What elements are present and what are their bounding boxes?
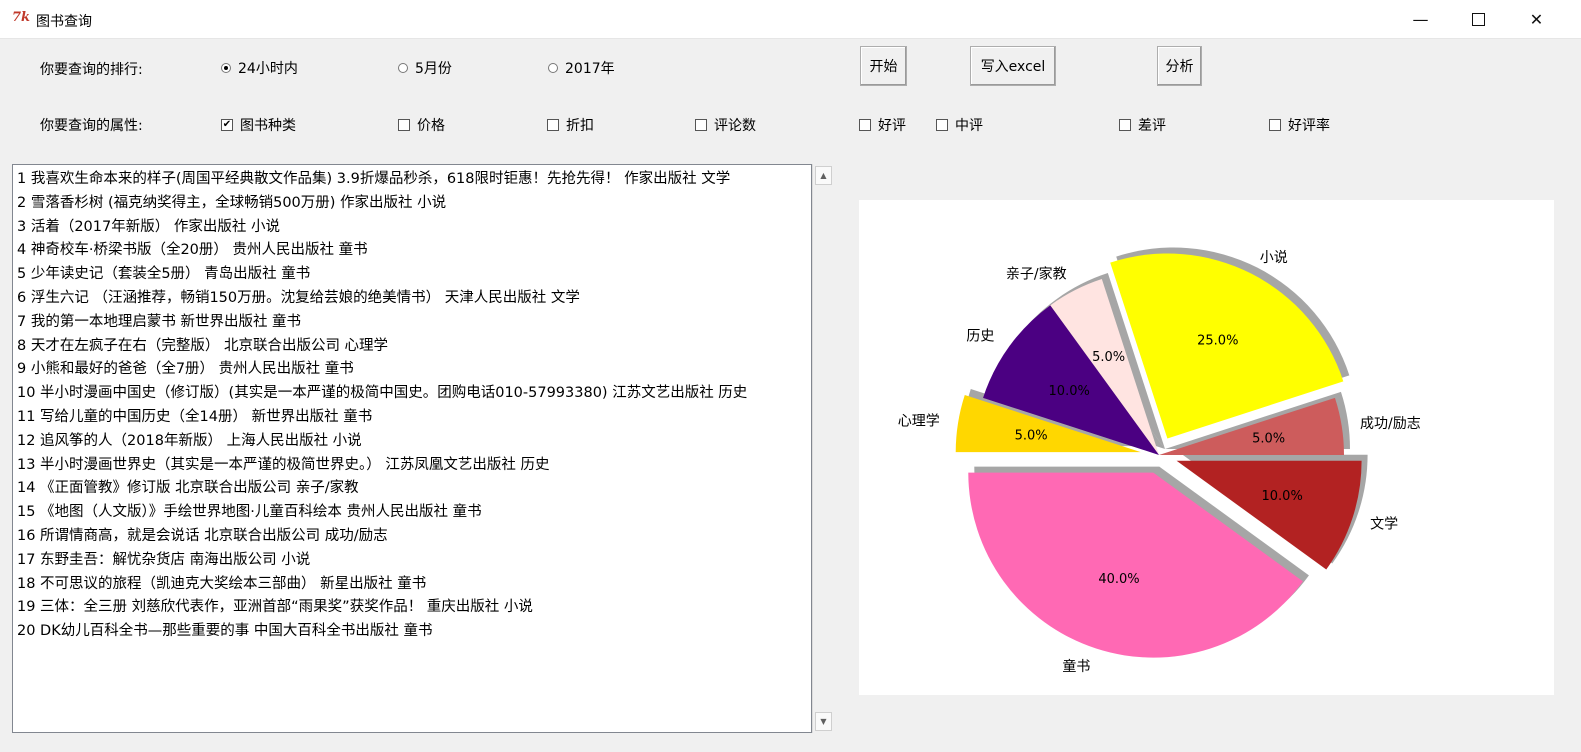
checkbox-label: 差评 xyxy=(1138,118,1166,134)
checkbox-label: 好评 xyxy=(878,118,906,134)
checkbox-comments[interactable]: 评论数 xyxy=(695,115,756,135)
checkbox-label: 好评率 xyxy=(1288,118,1330,134)
pie-chart-panel: 40.0% 童书 10.0% 文学 5.0% 成功/励志 25.0% 小说 5.0% 亲子/家教 1… xyxy=(859,200,1554,695)
pie-pct-label: 5.0% xyxy=(1092,350,1125,365)
pie-pct-label: 40.0% xyxy=(1098,572,1139,587)
checkbox-indicator xyxy=(1269,119,1281,131)
result-line: 19 三体：全三册 刘慈欣代表作，亚洲首部“雨果奖”获奖作品！ 重庆出版社 小说 xyxy=(17,599,533,616)
checkbox-indicator xyxy=(695,119,707,131)
checkbox-indicator xyxy=(859,119,871,131)
results-textbox[interactable]: 1 我喜欢生命本来的样子(周国平经典散文作品集) 3.9折爆品秒杀，618限时钜… xyxy=(12,164,812,733)
result-line: 13 半小时漫画世界史（其实是一本严谨的极简世界史。） 江苏凤凰文艺出版社 历史 xyxy=(17,456,550,473)
radio-may[interactable]: 5月份 xyxy=(398,58,452,78)
scroll-up-icon[interactable]: ▲ xyxy=(815,166,832,185)
pie-pct-label: 5.0% xyxy=(1252,432,1285,447)
title-bar: 7k 图书查询 — ✕ xyxy=(0,0,1581,39)
result-line: 6 浮生六记 （汪涵推荐，畅销150万册。沈复给芸娘的绝美情书） 天津人民出版社… xyxy=(17,289,580,306)
radio-2017[interactable]: 2017年 xyxy=(548,58,615,78)
radio-indicator xyxy=(548,63,558,73)
pie-pct-label: 25.0% xyxy=(1197,334,1238,349)
pie-pct-label: 5.0% xyxy=(1015,429,1048,444)
checkbox-label: 折扣 xyxy=(566,118,594,134)
pie-chart: 40.0% 童书 10.0% 文学 5.0% 成功/励志 25.0% 小说 5.0% 亲子/家教 1… xyxy=(898,247,1421,675)
minimize-button[interactable]: — xyxy=(1392,0,1449,38)
start-button[interactable]: 开始 xyxy=(860,46,907,86)
results-list: 1 我喜欢生命本来的样子(周国平经典散文作品集) 3.9折爆品秒杀，618限时钜… xyxy=(13,165,811,644)
checkbox-indicator xyxy=(547,119,559,131)
pie-category-label: 历史 xyxy=(966,328,994,344)
checkbox-discount[interactable]: 折扣 xyxy=(547,115,594,135)
checkbox-good[interactable]: 好评 xyxy=(859,115,906,135)
result-line: 1 我喜欢生命本来的样子(周国平经典散文作品集) 3.9折爆品秒杀，618限时钜… xyxy=(17,171,731,187)
tk-icon: 7k xyxy=(12,10,31,25)
result-line: 10 半小时漫画中国史（修订版）(其实是一本严谨的极简中国史。团购电话010-5… xyxy=(17,385,748,402)
radio-label: 5月份 xyxy=(415,61,452,77)
checkbox-label: 评论数 xyxy=(714,118,756,134)
rank-label: 你要查询的排行: xyxy=(40,62,143,78)
pie-category-label: 童书 xyxy=(1062,658,1090,675)
window-title: 图书查询 xyxy=(36,14,92,30)
result-line: 12 追风筝的人（2018年新版） 上海人民出版社 小说 xyxy=(17,432,362,449)
radio-label: 2017年 xyxy=(565,61,615,77)
checkbox-indicator xyxy=(1119,119,1131,131)
pie-category-label: 成功/励志 xyxy=(1360,416,1421,432)
checkbox-indicator: ✔ xyxy=(221,119,233,131)
pie-category-label: 亲子/家教 xyxy=(1006,266,1067,283)
pie-pct-label: 10.0% xyxy=(1262,489,1303,504)
result-line: 11 写给儿童的中国历史（全14册） 新世界出版社 童书 xyxy=(17,408,373,425)
checkbox-good-rate[interactable]: 好评率 xyxy=(1269,115,1330,135)
checkbox-bad[interactable]: 差评 xyxy=(1119,115,1166,135)
scroll-down-icon[interactable]: ▼ xyxy=(815,712,832,731)
checkbox-neutral[interactable]: 中评 xyxy=(936,115,983,135)
result-line: 15 《地图（人文版）》手绘世界地图·儿童百科绘本 贵州人民出版社 童书 xyxy=(17,504,482,521)
pie-category-label: 心理学 xyxy=(898,413,940,429)
write-excel-button[interactable]: 写入excel xyxy=(970,46,1056,86)
radio-indicator xyxy=(398,63,408,73)
result-line: 20 DK幼儿百科全书—那些重要的事 中国大百科全书出版社 童书 xyxy=(17,623,433,640)
result-line: 5 少年读史记（套装全5册） 青岛出版社 童书 xyxy=(17,266,311,283)
close-button[interactable]: ✕ xyxy=(1508,0,1565,38)
radio-label: 24小时内 xyxy=(238,61,298,77)
result-line: 3 活着（2017年新版） 作家出版社 小说 xyxy=(17,218,280,235)
result-line: 17 东野圭吾：解忧杂货店 南海出版公司 小说 xyxy=(17,551,311,568)
pie-category-label: 文学 xyxy=(1370,517,1398,533)
checkbox-label: 价格 xyxy=(417,118,445,134)
result-line: 16 所谓情商高，就是会说话 北京联合出版公司 成功/励志 xyxy=(17,527,388,544)
result-line: 9 小熊和最好的爸爸（全7册） 贵州人民出版社 童书 xyxy=(17,361,354,378)
results-scrollbar[interactable]: ▲ ▼ xyxy=(812,164,832,733)
attr-label: 你要查询的属性: xyxy=(40,118,143,134)
pie-category-label: 小说 xyxy=(1260,250,1288,266)
result-line: 8 天才在左疯子在右（完整版） 北京联合出版公司 心理学 xyxy=(17,337,389,354)
analyze-button[interactable]: 分析 xyxy=(1157,46,1202,86)
maximize-button[interactable] xyxy=(1450,0,1507,38)
checkbox-label: 中评 xyxy=(955,118,983,134)
result-line: 2 雪落香杉树 (福克纳奖得主，全球畅销500万册) 作家出版社 小说 xyxy=(17,194,447,211)
result-line: 7 我的第一本地理启蒙书 新世界出版社 童书 xyxy=(17,313,302,330)
checkbox-category[interactable]: ✔ 图书种类 xyxy=(221,115,296,135)
radio-24h[interactable]: 24小时内 xyxy=(221,58,298,78)
result-line: 18 不可思议的旅程（凯迪克大奖绘本三部曲） 新星出版社 童书 xyxy=(17,575,427,592)
pie-pct-label: 10.0% xyxy=(1049,384,1090,399)
checkbox-label: 图书种类 xyxy=(240,118,296,134)
checkbox-indicator xyxy=(398,119,410,131)
radio-indicator xyxy=(221,63,231,73)
checkbox-indicator xyxy=(936,119,948,131)
maximize-icon xyxy=(1472,12,1485,26)
checkbox-price[interactable]: 价格 xyxy=(398,115,445,135)
result-line: 4 神奇校车·桥梁书版（全20册） 贵州人民出版社 童书 xyxy=(17,242,368,259)
result-line: 14 《正面管教》修订版 北京联合出版公司 亲子/家教 xyxy=(17,480,359,497)
